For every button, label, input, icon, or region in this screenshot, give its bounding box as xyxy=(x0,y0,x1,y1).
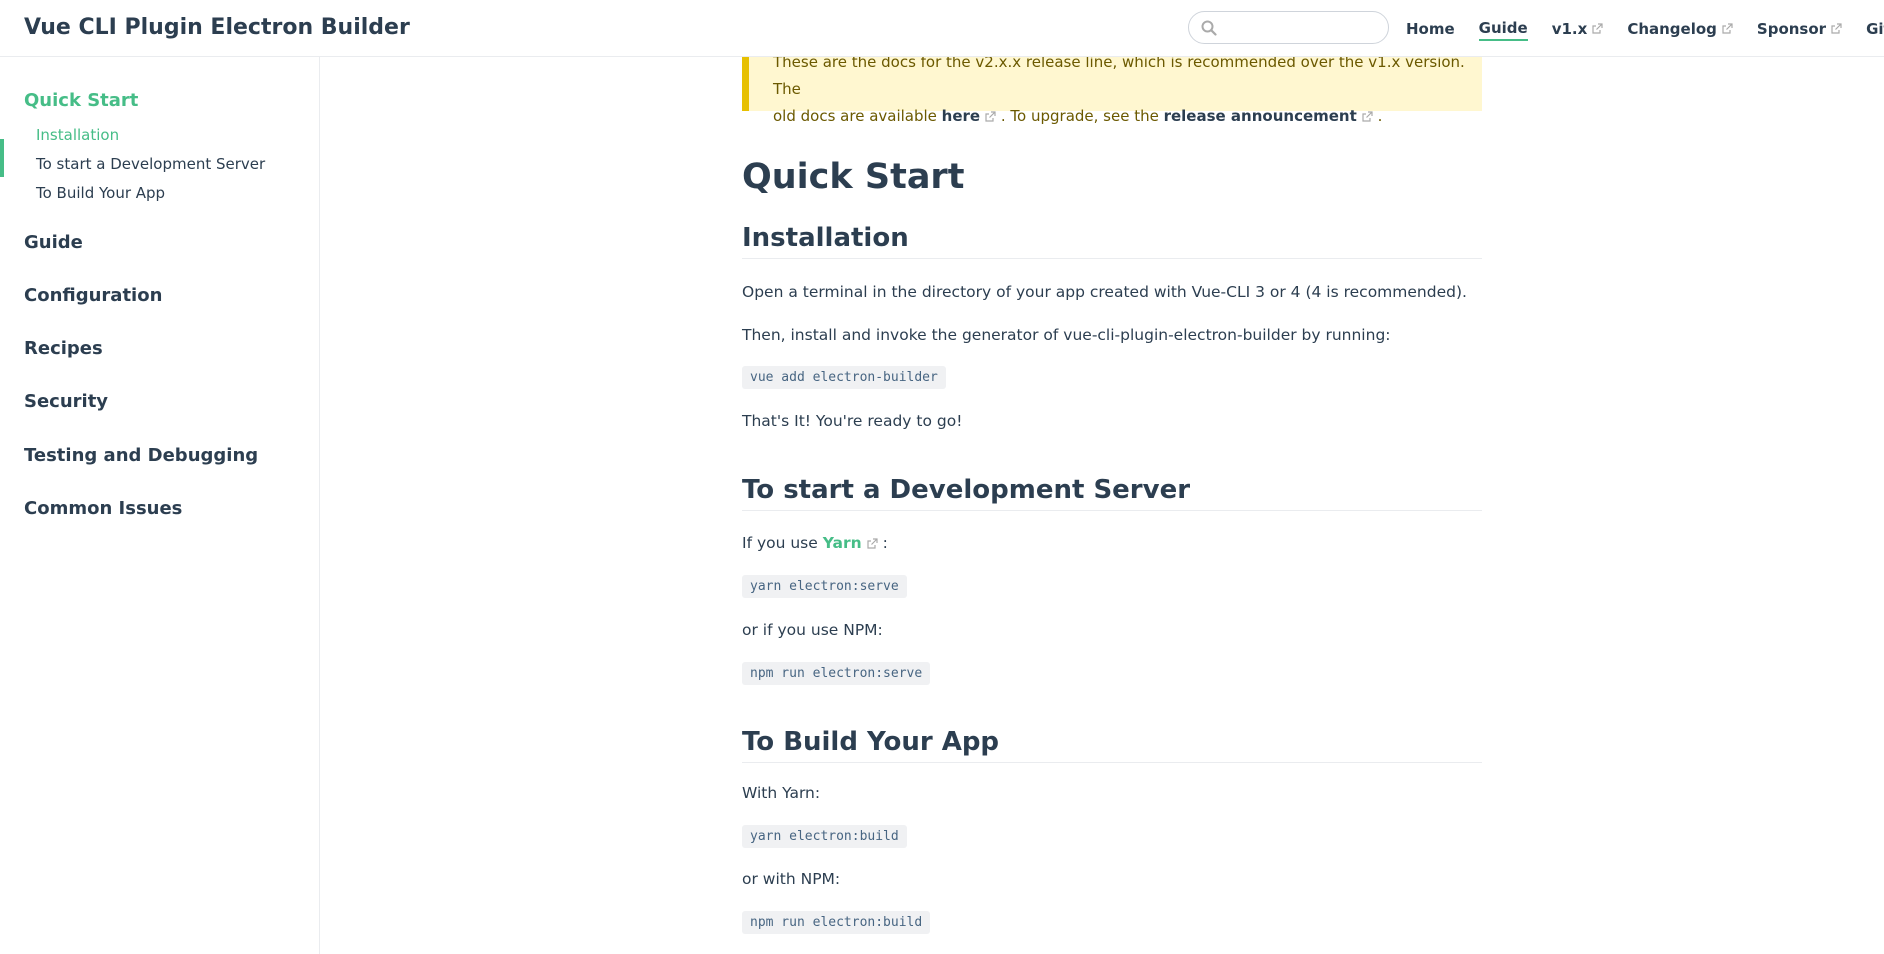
heading-installation: Installation xyxy=(742,223,1482,259)
installation-paragraph-2: Then, install and invoke the generator o… xyxy=(742,326,1391,344)
nav-sponsor-label: Sponsor xyxy=(1756,19,1827,38)
yarn-link-label: Yarn xyxy=(822,534,862,552)
site-name[interactable]: Vue CLI Plugin Electron Builder xyxy=(24,15,410,40)
yarn-link[interactable]: Yarn xyxy=(823,534,878,552)
nav-guide-label: Guide xyxy=(1478,18,1528,37)
search-icon xyxy=(1201,20,1217,36)
build-paragraph-1: With Yarn: xyxy=(742,784,821,802)
code-yarn-build: yarn electron:build xyxy=(742,825,907,848)
sidebar-item-guide[interactable]: Guide xyxy=(24,232,83,253)
sidebar-subitem-build-app[interactable]: To Build Your App xyxy=(36,184,165,202)
old-docs-link-label: here xyxy=(941,107,981,125)
code-npm-build: npm run electron:build xyxy=(742,911,931,934)
nav-v1x-link[interactable]: v1.x xyxy=(1552,17,1604,41)
nav-links: Home Guide v1.x Changelog Sponsor GitHub xyxy=(1400,0,1884,57)
external-link-icon xyxy=(985,110,996,122)
sidebar-item-quick-start[interactable]: Quick Start xyxy=(24,90,138,111)
release-announcement-link[interactable]: release announcement xyxy=(1164,107,1373,125)
external-link-icon xyxy=(867,537,878,549)
tip-line1: These are the docs for the v2.x.x releas… xyxy=(773,53,1465,98)
navbar: Vue CLI Plugin Electron Builder Home Gui… xyxy=(0,0,1884,57)
dev-server-paragraph-1: If you use Yarn : xyxy=(742,534,888,552)
search-box[interactable] xyxy=(1188,11,1389,44)
sidebar: Quick Start Installation To start a Deve… xyxy=(0,57,320,954)
external-link-icon xyxy=(1362,110,1373,122)
code-yarn-serve: yarn electron:serve xyxy=(742,575,907,598)
sidebar-subitem-installation[interactable]: Installation xyxy=(36,126,119,144)
heading-build-app: To Build Your App xyxy=(742,727,1482,763)
dev-server-p1-prefix: If you use xyxy=(742,534,823,552)
external-link-icon xyxy=(1831,22,1842,34)
nav-sponsor-link[interactable]: Sponsor xyxy=(1757,17,1842,41)
sidebar-item-recipes[interactable]: Recipes xyxy=(24,338,103,359)
code-npm-serve: npm run electron:serve xyxy=(742,662,931,685)
sidebar-item-testing-debugging[interactable]: Testing and Debugging xyxy=(24,445,258,466)
code-vue-add: vue add electron-builder xyxy=(742,366,946,389)
sidebar-active-indicator xyxy=(0,139,4,177)
build-paragraph-2: or with NPM: xyxy=(742,870,841,888)
nav-home-link[interactable]: Home xyxy=(1406,17,1455,41)
external-link-icon xyxy=(1722,22,1733,34)
nav-guide-link[interactable]: Guide xyxy=(1478,17,1528,41)
nav-github-label: GitHub xyxy=(1866,19,1884,38)
nav-changelog-label: Changelog xyxy=(1627,19,1717,38)
heading-dev-server: To start a Development Server xyxy=(742,475,1482,511)
installation-paragraph-3: That's It! You're ready to go! xyxy=(742,412,963,430)
tip-line2-suffix: . xyxy=(1372,107,1383,125)
release-announcement-link-label: release announcement xyxy=(1163,107,1357,125)
installation-paragraph-1: Open a terminal in the directory of your… xyxy=(742,283,1467,301)
search-input[interactable] xyxy=(1225,16,1380,40)
sidebar-item-security[interactable]: Security xyxy=(24,391,108,412)
nav-github-link[interactable]: GitHub xyxy=(1866,17,1884,41)
sidebar-item-common-issues[interactable]: Common Issues xyxy=(24,498,182,519)
sidebar-subitem-dev-server[interactable]: To start a Development Server xyxy=(36,155,265,173)
external-link-icon xyxy=(1592,22,1603,34)
nav-changelog-link[interactable]: Changelog xyxy=(1627,17,1733,41)
dev-server-p1-suffix: : xyxy=(877,534,888,552)
nav-home-label: Home xyxy=(1406,19,1455,38)
tip-text: These are the docs for the v2.x.x releas… xyxy=(773,49,1473,130)
old-docs-link[interactable]: here xyxy=(942,107,996,125)
page-title: Quick Start xyxy=(742,157,965,197)
sidebar-item-configuration[interactable]: Configuration xyxy=(24,285,162,306)
tip-line2-prefix: old docs are available xyxy=(773,107,942,125)
tip-line2-middle: . To upgrade, see the xyxy=(996,107,1164,125)
dev-server-paragraph-2: or if you use NPM: xyxy=(742,621,883,639)
nav-v1x-label: v1.x xyxy=(1551,19,1588,38)
